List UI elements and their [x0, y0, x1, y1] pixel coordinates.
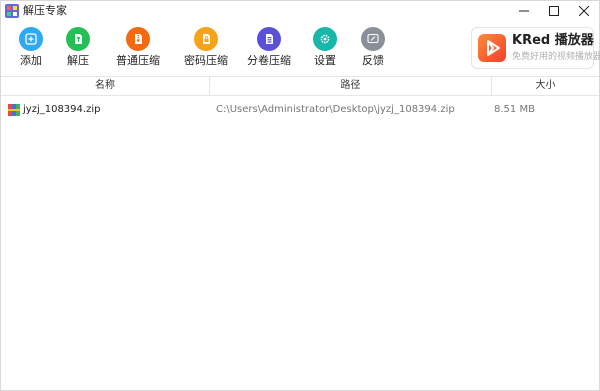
compress-icon: [126, 27, 150, 51]
minimize-button[interactable]: [509, 1, 539, 21]
feedback-label: 反馈: [362, 54, 384, 67]
window-title: 解压专家: [23, 4, 67, 17]
feedback-icon: [361, 27, 385, 51]
column-header-name[interactable]: 名称: [1, 77, 209, 95]
kred-logo-icon: [478, 34, 506, 62]
file-size: 8.51 MB: [494, 104, 535, 115]
settings-label: 设置: [314, 54, 336, 67]
maximize-icon: [549, 6, 559, 16]
password-compress-button[interactable]: 密码压缩: [176, 27, 236, 68]
maximize-button[interactable]: [539, 1, 569, 21]
file-name: jyzj_108394.zip: [23, 104, 101, 115]
split-compress-button[interactable]: 分卷压缩: [239, 27, 299, 68]
feedback-button[interactable]: 反馈: [343, 27, 403, 68]
split-compress-label: 分卷压缩: [247, 54, 291, 67]
gear-icon: [313, 27, 337, 51]
file-list-header: 名称 路径 大小: [1, 76, 599, 96]
kred-player-ad[interactable]: KRed 播放器 免费好用的视频播放器: [471, 27, 600, 69]
zip-file-icon: [8, 104, 20, 116]
column-header-path[interactable]: 路径: [209, 77, 491, 95]
password-compress-icon: [194, 27, 218, 51]
app-logo-icon: [5, 4, 19, 18]
column-header-size[interactable]: 大小: [491, 77, 599, 95]
split-compress-icon: [257, 27, 281, 51]
extract-button[interactable]: 解压: [48, 27, 108, 68]
extract-label: 解压: [67, 54, 89, 67]
file-path: C:\Users\Administrator\Desktop\jyzj_1083…: [216, 104, 455, 115]
compress-label: 普通压缩: [116, 54, 160, 67]
app-window: 解压专家 添加 解压 普通压缩 密码压缩 分卷压缩 设置 反馈 KRed 播放器…: [0, 0, 600, 391]
ad-title: KRed 播放器: [512, 33, 594, 48]
title-bar: 解压专家: [1, 1, 599, 21]
close-button[interactable]: [569, 1, 599, 21]
compress-button[interactable]: 普通压缩: [108, 27, 168, 68]
password-compress-label: 密码压缩: [184, 54, 228, 67]
toolbar: 添加 解压 普通压缩 密码压缩 分卷压缩 设置 反馈 KRed 播放器 免费好用…: [1, 21, 600, 73]
extract-icon: [66, 27, 90, 51]
minimize-icon: [519, 10, 529, 12]
close-icon: [579, 6, 589, 16]
ad-subtitle: 免费好用的视频播放器: [512, 52, 600, 62]
file-row[interactable]: jyzj_108394.zip C:\Users\Administrator\D…: [1, 101, 599, 119]
add-icon: [19, 27, 43, 51]
add-label: 添加: [20, 54, 42, 67]
